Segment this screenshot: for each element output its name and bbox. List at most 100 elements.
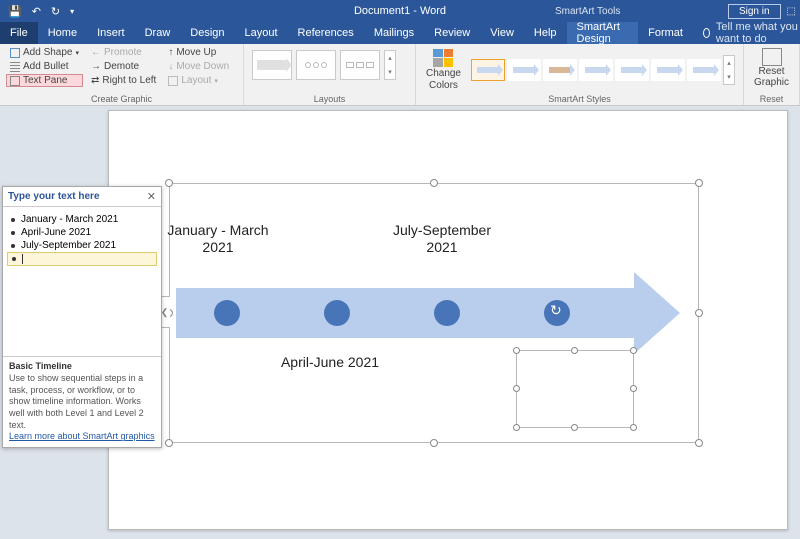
style-thumb-2[interactable] [507,59,541,81]
tell-me-label: Tell me what you want to do [716,21,800,45]
sign-in-button[interactable]: Sign in [728,4,781,19]
resize-handle[interactable] [695,179,703,187]
move-up-button[interactable]: ↑Move Up [164,46,233,59]
text-pane[interactable]: Type your text here ✕ January - March 20… [2,186,162,448]
ribbon-tabs: File Home Insert Draw Design Layout Refe… [0,22,800,44]
demote-icon: → [91,61,101,72]
tab-layout[interactable]: Layout [235,22,288,44]
rtl-icon: ⇄ [91,75,99,86]
add-shape-button[interactable]: Add Shape▾ [6,46,83,59]
tab-draw[interactable]: Draw [135,22,181,44]
timeline-dot-1[interactable] [214,300,240,326]
resize-handle[interactable] [430,179,438,187]
qat-dropdown-icon[interactable]: ▾ [70,7,74,16]
learn-more-link[interactable]: Learn more about SmartArt graphics [9,431,155,441]
style-thumb-7[interactable] [687,59,721,81]
tab-help[interactable]: Help [524,22,567,44]
layout-thumb-3[interactable] [340,50,380,80]
styles-more-button[interactable]: ▴▾ [723,55,735,85]
reset-icon [762,48,782,66]
resize-handle[interactable] [571,424,578,431]
timeline-label-3[interactable]: July-September 2021 [382,222,502,256]
tab-smartart-design[interactable]: SmartArt Design [567,22,639,44]
style-thumb-6[interactable] [651,59,685,81]
resize-handle[interactable] [165,439,173,447]
change-colors-button[interactable]: Change Colors [422,47,465,93]
timeline-label-2[interactable]: April-June 2021 [270,354,390,371]
smartart-frame[interactable]: ❮ January - March 2021 July-September 20… [169,183,699,443]
timeline-dot-4[interactable] [544,300,570,326]
timeline-dot-2[interactable] [324,300,350,326]
group-label-reset: Reset [750,93,793,104]
timeline-dot-3[interactable] [434,300,460,326]
timeline-arrow[interactable] [176,288,666,338]
tab-mailings[interactable]: Mailings [364,22,424,44]
rtl-button[interactable]: ⇄Right to Left [87,74,160,87]
layouts-more-button[interactable]: ▴▾ [384,50,396,80]
tell-me-search[interactable]: Tell me what you want to do [693,22,800,44]
tab-review[interactable]: Review [424,22,480,44]
style-thumb-3[interactable] [543,59,577,81]
move-down-button[interactable]: ↓Move Down [164,60,233,73]
style-thumb-1[interactable] [471,59,505,81]
text-pane-icon [10,76,20,86]
text-cursor [22,254,23,264]
text-pane-footer: Basic Timeline Use to show sequential st… [3,356,161,447]
style-thumb-4[interactable] [579,59,613,81]
style-thumb-5[interactable] [615,59,649,81]
redo-icon[interactable]: ↻ [51,5,60,18]
add-shape-icon [10,48,20,58]
text-pane-item-cursor[interactable] [7,252,157,266]
resize-handle[interactable] [165,179,173,187]
add-bullet-button[interactable]: Add Bullet [6,60,83,73]
promote-button[interactable]: ←Promote [87,46,160,59]
save-icon[interactable]: 💾 [8,5,22,18]
layout-icon [168,76,178,86]
resize-handle[interactable] [630,424,637,431]
close-icon[interactable]: ✕ [147,190,156,203]
tab-file[interactable]: File [0,22,38,44]
tab-references[interactable]: References [288,22,364,44]
layout-thumb-1[interactable] [252,50,292,80]
resize-handle[interactable] [513,385,520,392]
tab-home[interactable]: Home [38,22,87,44]
move-down-icon: ↓ [168,61,173,72]
layout-dropdown-button[interactable]: Layout▾ [164,74,233,87]
bullet-icon [12,257,16,261]
resize-handle[interactable] [513,424,520,431]
tab-format[interactable]: Format [638,22,693,44]
quick-access-toolbar: 💾 ↶ ↻ ▾ [0,5,74,18]
document-page[interactable]: ❮ January - March 2021 July-September 20… [108,110,788,530]
tab-design[interactable]: Design [180,22,234,44]
group-label-layouts: Layouts [250,93,409,104]
layout-thumb-2[interactable] [296,50,336,80]
text-pane-item[interactable]: July-September 2021 [7,239,157,252]
text-pane-header: Type your text here ✕ [3,187,161,207]
ribbon: Add Shape▾ Add Bullet Text Pane ←Promote… [0,44,800,106]
text-pane-button[interactable]: Text Pane [6,74,83,87]
bullet-icon [11,244,15,248]
text-pane-title: Type your text here [8,191,100,202]
reset-graphic-button[interactable]: Reset Graphic [750,46,793,90]
text-pane-body[interactable]: January - March 2021 April-June 2021 Jul… [3,207,161,272]
resize-handle[interactable] [695,439,703,447]
resize-handle[interactable] [630,385,637,392]
group-smartart-styles: Change Colors ▴▾ SmartArt Styles [416,44,744,105]
resize-handle[interactable] [571,347,578,354]
demote-button[interactable]: →Demote [87,60,160,73]
resize-handle[interactable] [430,439,438,447]
resize-handle[interactable] [695,309,703,317]
resize-handle[interactable] [630,347,637,354]
timeline-label-1[interactable]: January - March 2021 [158,222,278,256]
title-bar: 💾 ↶ ↻ ▾ Document1 - Word SmartArt Tools … [0,0,800,22]
ribbon-display-icon[interactable]: ⬚ [787,6,796,17]
timeline-empty-textbox[interactable] [516,350,634,428]
contextual-tab-label: SmartArt Tools [555,6,620,17]
tab-view[interactable]: View [480,22,524,44]
undo-icon[interactable]: ↶ [32,5,41,18]
text-pane-item[interactable]: April-June 2021 [7,226,157,239]
text-pane-item[interactable]: January - March 2021 [7,213,157,226]
bullet-icon [11,218,15,222]
resize-handle[interactable] [513,347,520,354]
tab-insert[interactable]: Insert [87,22,135,44]
